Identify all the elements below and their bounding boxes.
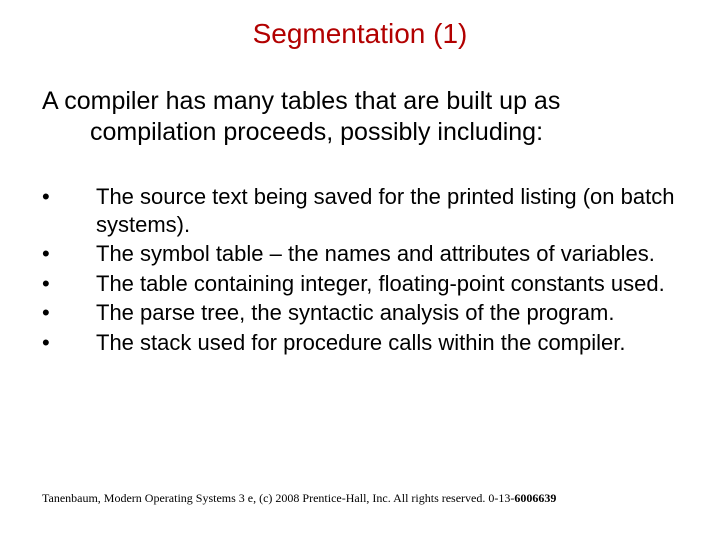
bullet-icon: • xyxy=(42,299,96,327)
bullet-icon: • xyxy=(42,240,96,268)
slide-title: Segmentation (1) xyxy=(0,0,720,50)
bullet-text: The symbol table – the names and attribu… xyxy=(96,240,700,268)
bullet-icon: • xyxy=(42,329,96,357)
intro-paragraph: A compiler has many tables that are buil… xyxy=(0,50,720,147)
footer-isbn-bold: 6006639 xyxy=(514,491,556,505)
intro-line-1: A compiler has many tables that are buil… xyxy=(42,86,690,117)
bullet-text: The parse tree, the syntactic analysis o… xyxy=(96,299,700,327)
list-item: • The stack used for procedure calls wit… xyxy=(42,329,700,357)
footer-text: Tanenbaum, Modern Operating Systems 3 e,… xyxy=(42,491,514,505)
bullet-list: • The source text being saved for the pr… xyxy=(0,147,720,356)
intro-line-2: compilation proceeds, possibly including… xyxy=(42,117,690,148)
list-item: • The source text being saved for the pr… xyxy=(42,183,700,238)
list-item: • The table containing integer, floating… xyxy=(42,270,700,298)
slide: Segmentation (1) A compiler has many tab… xyxy=(0,0,720,540)
list-item: • The parse tree, the syntactic analysis… xyxy=(42,299,700,327)
bullet-icon: • xyxy=(42,270,96,298)
bullet-icon: • xyxy=(42,183,96,238)
bullet-text: The table containing integer, floating-p… xyxy=(96,270,700,298)
bullet-text: The source text being saved for the prin… xyxy=(96,183,700,238)
footer-citation: Tanenbaum, Modern Operating Systems 3 e,… xyxy=(42,491,690,506)
bullet-text: The stack used for procedure calls withi… xyxy=(96,329,700,357)
list-item: • The symbol table – the names and attri… xyxy=(42,240,700,268)
